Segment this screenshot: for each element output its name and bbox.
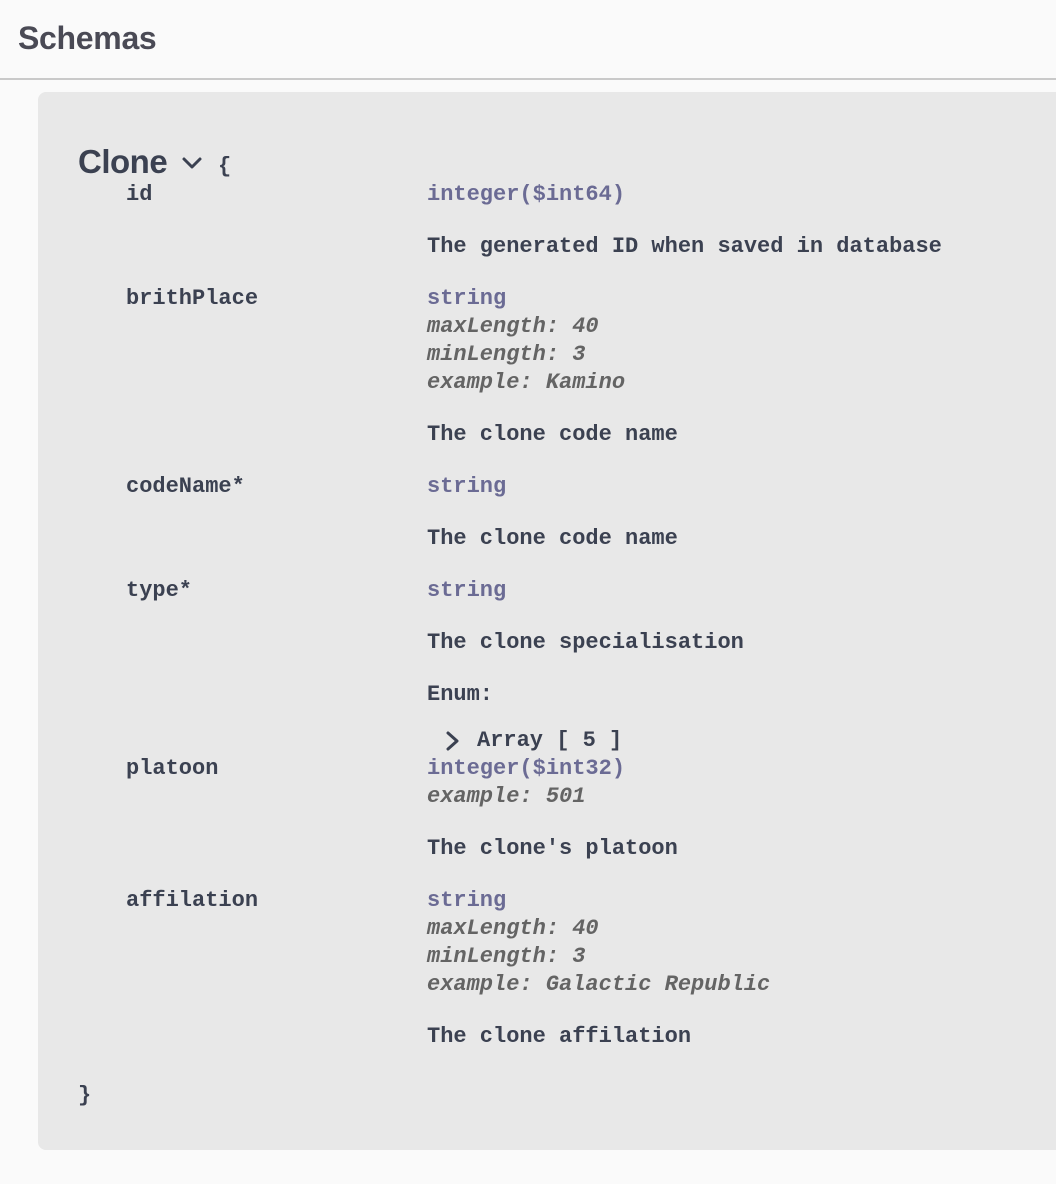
property-example: example: Galactic Republic xyxy=(427,972,771,997)
property-description: The clone code name xyxy=(427,422,678,447)
property-name: platoon xyxy=(126,756,219,781)
property-name: affilation xyxy=(126,888,259,913)
chevron-down-icon[interactable] xyxy=(180,151,204,175)
property-name: type* xyxy=(126,578,193,603)
property-min-length: minLength: 3 xyxy=(427,342,586,367)
chevron-right-icon[interactable] xyxy=(443,729,463,753)
property-type: string xyxy=(427,286,507,311)
property-example: example: 501 xyxy=(427,784,586,809)
schemas-header[interactable]: Schemas xyxy=(0,0,1056,80)
model-close-brace: } xyxy=(78,1083,92,1108)
model-title[interactable]: Clone xyxy=(78,142,168,182)
property-description: The generated ID when saved in database xyxy=(427,234,942,259)
enum-label: Enum: xyxy=(427,682,494,707)
enum-array-toggle[interactable]: Array [ 5 ] xyxy=(443,727,622,755)
property-description: The clone specialisation xyxy=(427,630,744,655)
property-description: The clone code name xyxy=(427,526,678,551)
property-type: string xyxy=(427,578,507,603)
model-open-brace: { xyxy=(218,154,232,179)
section-title[interactable]: Schemas xyxy=(18,18,157,58)
property-max-length: maxLength: 40 xyxy=(427,314,599,339)
property-type: integer($int32) xyxy=(427,756,626,781)
property-name: brithPlace xyxy=(126,286,259,311)
property-name: codeName* xyxy=(126,474,245,499)
property-example: example: Kamino xyxy=(427,370,626,395)
property-max-length: maxLength: 40 xyxy=(427,916,599,941)
property-type: integer($int64) xyxy=(427,182,626,207)
property-min-length: minLength: 3 xyxy=(427,944,586,969)
property-name: id xyxy=(126,182,153,207)
enum-array-label[interactable]: Array [ 5 ] xyxy=(477,727,622,755)
property-type: string xyxy=(427,888,507,913)
property-type: string xyxy=(427,474,507,499)
property-description: The clone's platoon xyxy=(427,836,678,861)
property-description: The clone affilation xyxy=(427,1024,692,1049)
